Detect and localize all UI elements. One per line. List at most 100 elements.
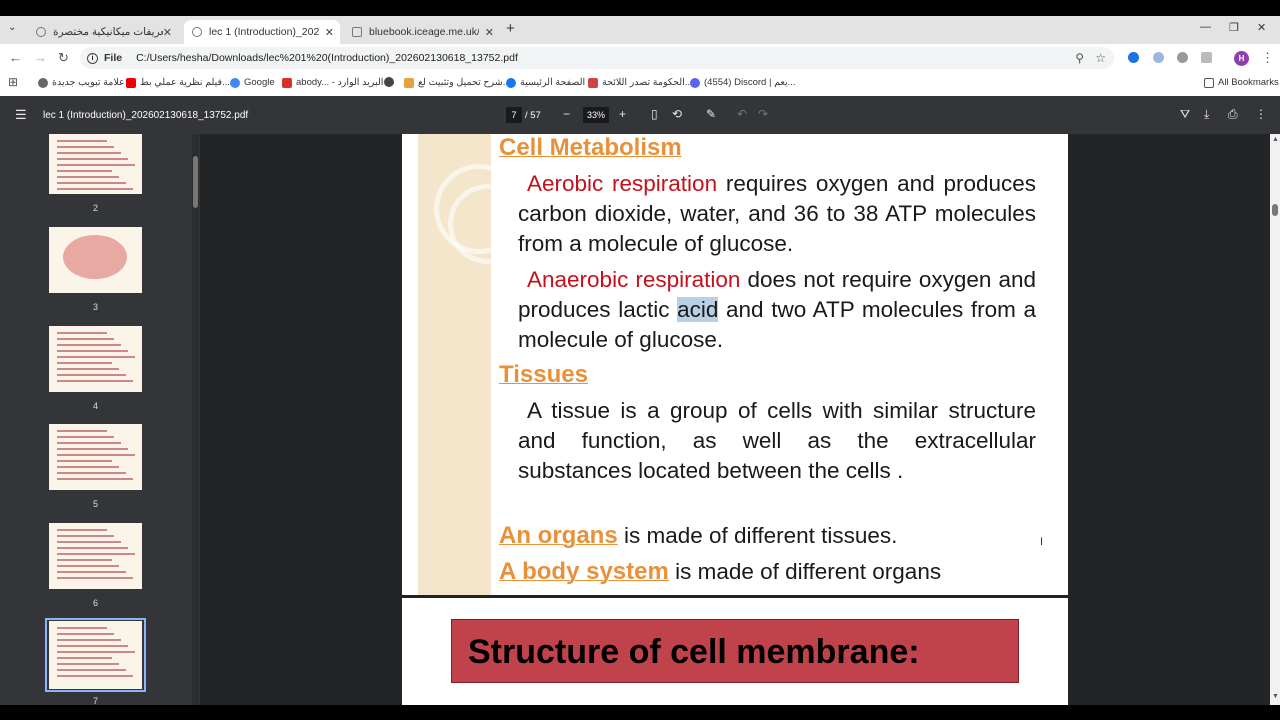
extension-icon[interactable] (1177, 52, 1188, 63)
page-icon (588, 77, 598, 88)
url-text[interactable]: C:/Users/hesha/Downloads/lec%201%20(Intr… (136, 52, 518, 64)
thumbnail-text-line (57, 356, 135, 358)
thumbnail-text-line (57, 374, 126, 376)
page-thumbnail[interactable] (49, 134, 142, 194)
tab-strip: ⌄ تعريفات ميكانيكية مختصرة ✕ lec 1 (Intr… (0, 16, 1280, 44)
scroll-thumb[interactable] (1272, 204, 1278, 216)
tab-search-icon[interactable]: ⌄ (8, 22, 16, 33)
address-bar[interactable]: i File C:/Users/hesha/Downloads/lec%201%… (80, 47, 1114, 69)
pdf-title: lec 1 (Introduction)_202602130618_13752.… (43, 110, 249, 121)
scroll-up-icon[interactable]: ▲ (1272, 136, 1279, 143)
zoom-in-icon[interactable]: + (619, 107, 626, 121)
tab-mechanical-definitions[interactable]: تعريفات ميكانيكية مختصرة ✕ (28, 20, 178, 44)
page-thumbnail[interactable] (49, 326, 142, 392)
thumbnail-text-line (57, 466, 119, 468)
page-thumbnail[interactable] (49, 227, 142, 293)
minimize-icon[interactable]: — (1200, 21, 1211, 33)
bookmark-new-tab[interactable]: علامة تبويب جديدة (38, 77, 125, 88)
sidebar-menu-icon[interactable]: ☰ (15, 107, 27, 123)
pdf-viewer[interactable]: Cell Metabolism Aerobic respiration requ… (200, 134, 1270, 705)
cell-illustration (63, 235, 127, 279)
thumbnail-text-line (57, 146, 114, 148)
close-tab-icon[interactable]: ✕ (485, 26, 494, 39)
thumbnail-text-line (57, 478, 133, 480)
page-total: / 57 (525, 110, 541, 121)
thumbnail-text-line (57, 547, 128, 549)
thumbnail-text-line (57, 460, 112, 462)
page-number-input[interactable]: 7 (506, 107, 522, 123)
thumbnail-text-line (57, 368, 119, 370)
file-chip: File (104, 52, 123, 64)
bookmark-google[interactable]: Google (230, 77, 275, 88)
back-icon[interactable]: ← (9, 50, 22, 65)
zoom-out-icon[interactable]: − (563, 107, 570, 121)
info-icon[interactable]: i (87, 52, 98, 64)
zoom-input[interactable]: 33% (583, 107, 609, 123)
more-options-icon[interactable]: ⋮ (1255, 107, 1267, 121)
sidebar-scrollbar[interactable] (192, 134, 199, 705)
highlighted-word[interactable]: acid (677, 297, 719, 322)
all-bookmarks[interactable]: All Bookmarks (1204, 77, 1279, 88)
bookmark-globe[interactable] (384, 77, 398, 87)
rotate-icon[interactable]: ⟲ (672, 107, 682, 121)
close-tab-icon[interactable]: ✕ (325, 26, 334, 39)
bookmark-youtube[interactable]: فيلم نظرية عملي بط... (126, 77, 230, 88)
annotate-icon[interactable]: ✎ (706, 107, 716, 121)
paragraph-aerobic: Aerobic respiration requires oxygen and … (518, 169, 1036, 259)
reload-icon[interactable]: ↻ (58, 50, 69, 66)
save-to-drive-icon[interactable]: ⛛ (1180, 107, 1190, 122)
bottom-black-bar (0, 705, 1280, 720)
scroll-thumb[interactable] (193, 156, 198, 208)
page-thumbnail[interactable] (49, 424, 142, 490)
bookmark-facebook[interactable]: الصفحة الرئيسية (506, 77, 585, 88)
organ-text: is made of different tissues. (623, 523, 898, 548)
bookmark-discord[interactable]: (4554) Discord | يعم... (690, 77, 796, 88)
print-icon[interactable]: ⎙ (1228, 107, 1238, 122)
scroll-down-icon[interactable]: ▼ (1272, 693, 1279, 700)
term-aerobic: Aerobic respiration (527, 171, 718, 196)
star-icon[interactable]: ☆ (1095, 51, 1106, 65)
thumbnail-text-line (57, 559, 112, 561)
page-thumbnail[interactable] (49, 523, 142, 589)
fit-page-icon[interactable]: ▯ (651, 107, 658, 121)
close-window-icon[interactable]: ✕ (1257, 21, 1266, 34)
close-tab-icon[interactable]: ✕ (163, 26, 172, 39)
thumbnail-text-line (57, 188, 133, 190)
tab-bluebook[interactable]: bluebook.iceage.me.uk/studyc ✕ (344, 20, 500, 44)
redo-icon[interactable]: ↷ (758, 107, 768, 121)
forward-icon[interactable]: → (34, 50, 47, 65)
apps-grid-icon[interactable]: ⊞ (8, 75, 18, 89)
tab-label: bluebook.iceage.me.uk/studyc (369, 26, 479, 38)
menu-dots-icon[interactable]: ⋮ (1261, 50, 1274, 66)
extensions-puzzle-icon[interactable] (1201, 52, 1212, 63)
gmail-icon (282, 77, 292, 88)
term-body-system: A body system (499, 558, 669, 585)
thumbnail-number: 2 (92, 203, 98, 213)
extension-icon[interactable] (1128, 52, 1139, 63)
profile-avatar[interactable]: H (1234, 51, 1249, 66)
bookmark-install-guide[interactable]: شرح تحميل وتثبيت لع... (404, 77, 511, 88)
undo-icon[interactable]: ↶ (737, 107, 747, 121)
zoom-icon[interactable]: ⚲ (1075, 51, 1084, 65)
tab-label: lec 1 (Introduction)_20260213 (209, 26, 319, 38)
top-black-bar (0, 0, 1280, 16)
thumbnail-number: 3 (92, 302, 98, 312)
thumbnail-text-line (57, 529, 107, 531)
discord-icon (690, 77, 700, 88)
download-icon[interactable]: ⤓ (1204, 107, 1209, 122)
bookmark-gmail[interactable]: abody... - البريد الوارد (282, 77, 383, 88)
thumbnail-text-line (57, 182, 126, 184)
new-tab-icon[interactable]: + (506, 20, 515, 37)
thumbnail-selection-outline (45, 618, 146, 692)
globe-icon (192, 27, 202, 37)
thumbnail-number: 4 (92, 401, 98, 411)
viewer-scrollbar[interactable]: ▲ ▼ (1270, 134, 1280, 705)
bookmark-government[interactable]: الحكومة تصدر اللائحة... (588, 77, 693, 88)
system-text: is made of different organs (675, 559, 942, 584)
restore-icon[interactable]: ❐ (1229, 21, 1239, 34)
tab-pdf-lecture[interactable]: lec 1 (Introduction)_20260213 ✕ (184, 20, 340, 44)
facebook-icon (506, 77, 516, 88)
extension-icon[interactable] (1153, 52, 1164, 63)
thumbnail-number: 5 (92, 499, 98, 509)
text-cursor-icon: I (1040, 536, 1044, 548)
